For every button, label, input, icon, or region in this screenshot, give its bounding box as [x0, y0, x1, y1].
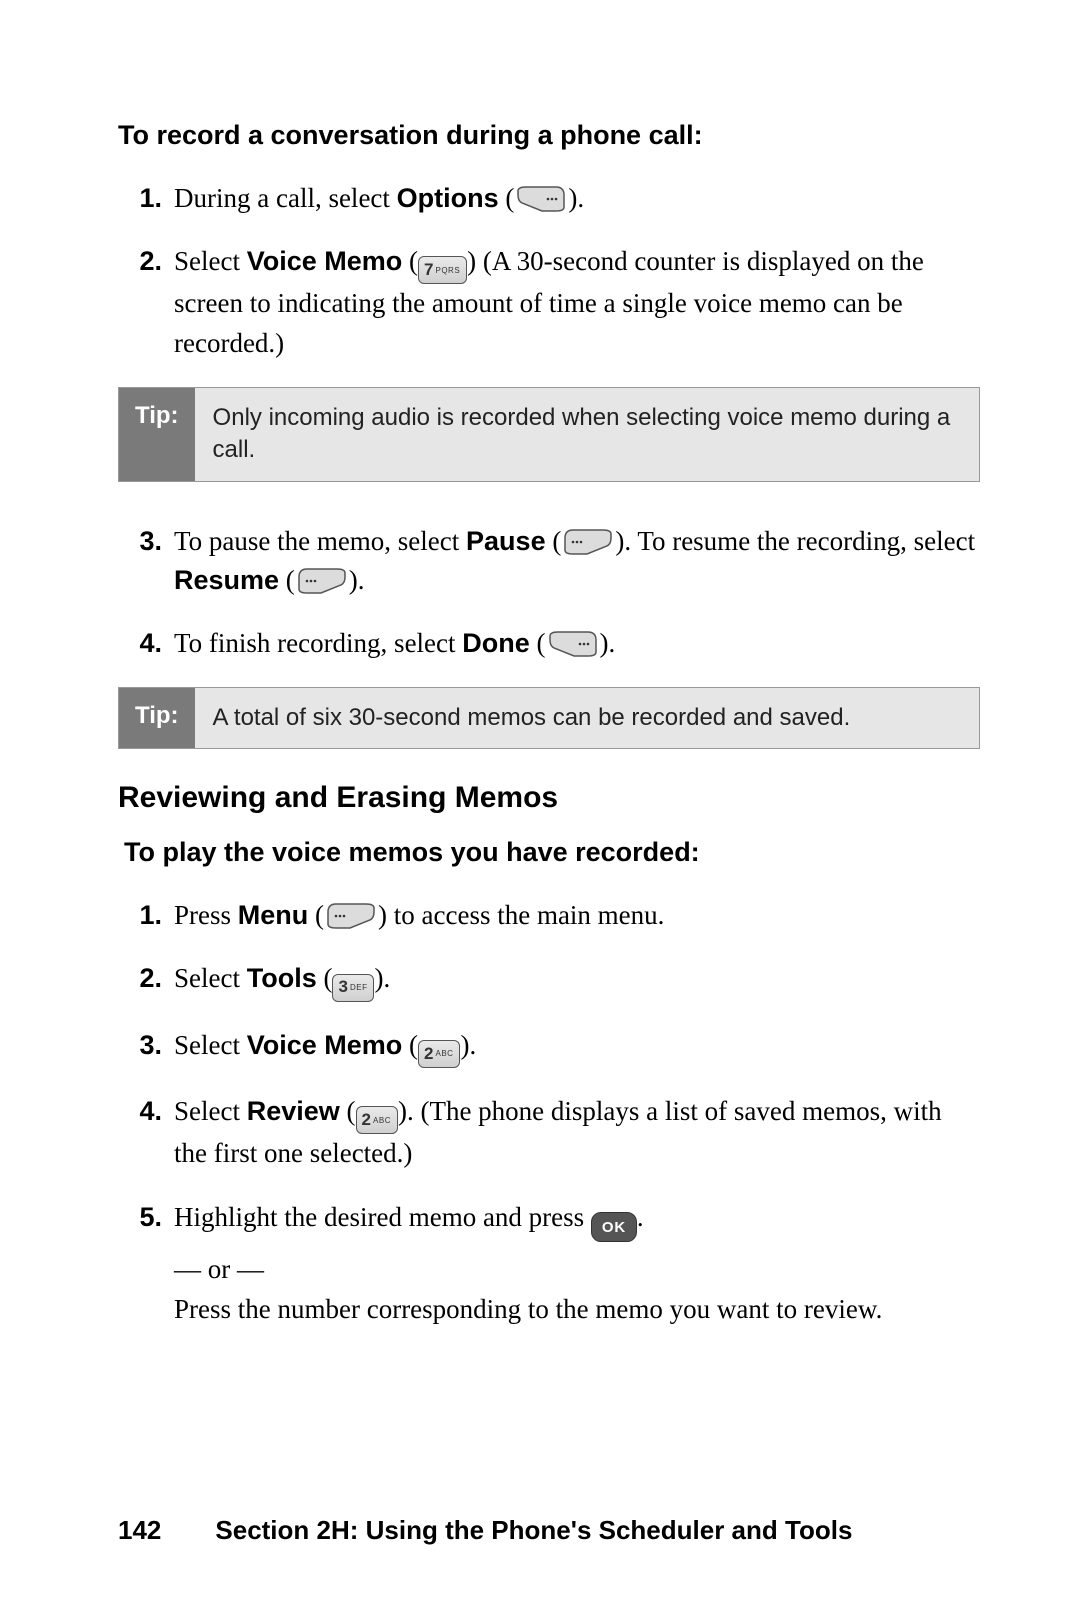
left-softkey-icon [326, 902, 376, 930]
key-7-icon: 7PQRS [418, 256, 467, 284]
step-number: 4. [122, 1092, 162, 1131]
options-label: Options [397, 183, 499, 213]
done-label: Done [462, 628, 530, 658]
step-text: During a call, select [174, 183, 397, 213]
tip-body: A total of six 30-second memos can be re… [195, 688, 979, 748]
left-softkey-icon [297, 567, 347, 595]
or-separator: — or — [174, 1250, 980, 1289]
step-3: 3. Select Voice Memo (2ABC). [168, 1026, 980, 1068]
review-label: Review [247, 1096, 340, 1126]
voice-memo-label: Voice Memo [247, 246, 403, 276]
section-title: Section 2H: Using the Phone's Scheduler … [215, 1515, 852, 1546]
manual-page: To record a conversation during a phone … [0, 0, 1080, 1620]
tip-label: Tip: [119, 688, 195, 748]
voice-memo-label: Voice Memo [247, 1030, 403, 1060]
record-steps: 1. During a call, select Options (). 2. … [118, 179, 980, 363]
step-1: 1. Press Menu () to access the main menu… [168, 896, 980, 935]
step-4: 4. To finish recording, select Done (). [168, 624, 980, 663]
tip-box-2: Tip: A total of six 30-second memos can … [118, 687, 980, 749]
record-steps-contd: 3. To pause the memo, select Pause (). T… [118, 522, 980, 663]
step-number: 3. [122, 522, 162, 561]
pause-label: Pause [466, 526, 546, 556]
step-5: 5. Highlight the desired memo and press … [168, 1198, 980, 1329]
play-steps: 1. Press Menu () to access the main menu… [118, 896, 980, 1328]
step-number: 2. [122, 959, 162, 998]
right-softkey-icon [516, 185, 566, 213]
page-number: 142 [118, 1515, 161, 1546]
step-number: 1. [122, 896, 162, 935]
page-footer: 142 Section 2H: Using the Phone's Schedu… [118, 1515, 980, 1546]
step-number: 5. [122, 1198, 162, 1237]
step-4: 4. Select Review (2ABC). (The phone disp… [168, 1092, 980, 1173]
right-softkey-icon [548, 630, 598, 658]
step-number: 3. [122, 1026, 162, 1065]
step-2: 2. Select Tools (3DEF). [168, 959, 980, 1001]
play-intro: To play the voice memos you have recorde… [124, 837, 980, 868]
tip-body: Only incoming audio is recorded when sel… [195, 388, 979, 481]
step-1: 1. During a call, select Options (). [168, 179, 980, 218]
menu-label: Menu [238, 900, 309, 930]
tip-box-1: Tip: Only incoming audio is recorded whe… [118, 387, 980, 482]
left-softkey-icon [563, 528, 613, 556]
resume-label: Resume [174, 565, 279, 595]
step-number: 1. [122, 179, 162, 218]
key-2-icon: 2ABC [418, 1040, 460, 1068]
key-2-icon: 2ABC [356, 1106, 398, 1134]
key-3-icon: 3DEF [332, 974, 374, 1002]
step-3: 3. To pause the memo, select Pause (). T… [168, 522, 980, 600]
step-2: 2. Select Voice Memo (7PQRS) (A 30-secon… [168, 242, 980, 363]
record-intro: To record a conversation during a phone … [118, 120, 980, 151]
step-number: 4. [122, 624, 162, 663]
ok-key-icon: OK [591, 1212, 637, 1242]
tip-label: Tip: [119, 388, 195, 481]
step-alt-text: Press the number corresponding to the me… [174, 1290, 980, 1329]
tools-label: Tools [247, 963, 317, 993]
step-number: 2. [122, 242, 162, 281]
reviewing-heading: Reviewing and Erasing Memos [118, 781, 980, 815]
